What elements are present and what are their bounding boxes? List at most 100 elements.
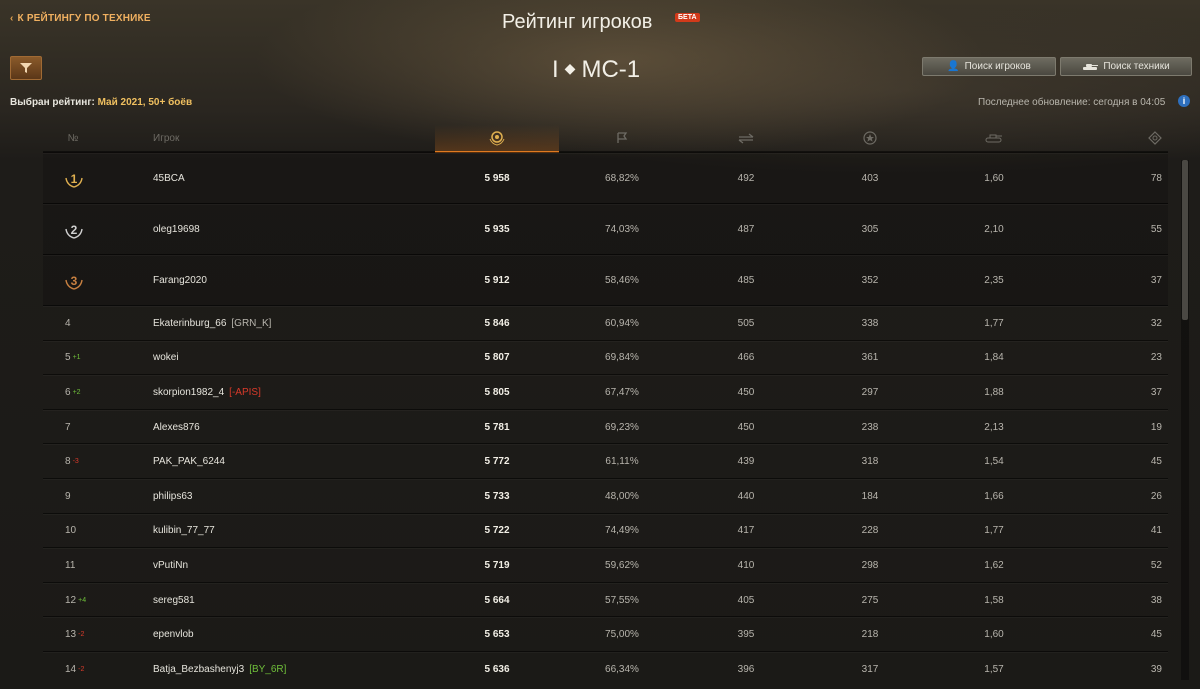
battles-value: 492 (737, 173, 755, 184)
table-row[interactable]: 2 oleg19698 5 935 74,03% 487 305 2,10 55 (43, 203, 1168, 255)
table-row[interactable]: 1 45BCA 5 958 68,82% 492 403 1,60 78 (43, 152, 1168, 204)
table-row[interactable]: 8 -3 PAK_PAK_6244 5 772 61,11% 439 318 1,54 45 (43, 443, 1168, 479)
player-name[interactable]: Batja_Bezbashenyj3 (153, 664, 244, 675)
scrollbar-thumb[interactable] (1182, 160, 1188, 320)
player-name[interactable]: epenvlob (153, 629, 194, 640)
table-row[interactable]: 10 kulibin_77_77 5 722 74,49% 417 228 1,77 41 (43, 512, 1168, 549)
experience-value: 403 (861, 173, 879, 184)
frags-value: 1,88 (984, 386, 1004, 398)
star-icon (863, 131, 877, 145)
rating-value: 5 636 (484, 663, 510, 675)
player-name[interactable]: oleg19698 (153, 224, 200, 235)
search-tech-button[interactable]: Поиск техники (1060, 57, 1192, 76)
tank-title: I ◆ МС-1 (552, 56, 640, 84)
spotted-value: 32 (1150, 317, 1162, 329)
rating-period[interactable]: Май 2021, 50+ боёв (98, 97, 192, 108)
player-name[interactable]: skorpion1982_4 (153, 387, 224, 398)
col-experience-header[interactable] (808, 125, 932, 151)
col-frags-header[interactable] (932, 125, 1056, 151)
frags-value: 1,62 (984, 559, 1004, 571)
table-row[interactable]: 13 -2 epenvlob 5 653 75,00% 395 218 1,60 45 (43, 616, 1168, 652)
back-to-tech-rating-link[interactable]: ‹ К РЕЙТИНГУ ПО ТЕХНИКЕ (10, 13, 151, 24)
player-cell: kulibin_77_77 (153, 514, 453, 549)
spotted-value: 38 (1150, 594, 1162, 606)
experience-value: 317 (861, 663, 879, 675)
player-name[interactable]: Alexes876 (153, 422, 200, 433)
player-name[interactable]: philips63 (153, 491, 192, 502)
player-name[interactable]: vPutiNn (153, 560, 188, 571)
table-row[interactable]: 4 Ekaterinburg_66 [GRN_K] 5 846 60,94% 505 338… (43, 305, 1168, 341)
player-name[interactable]: sereg581 (153, 595, 195, 606)
clan-tag[interactable]: [-APIS] (229, 387, 261, 398)
spotted-value: 37 (1150, 386, 1162, 398)
rating-value: 5 807 (484, 352, 510, 364)
top-bar: ‹ К РЕЙТИНГУ ПО ТЕХНИКЕ Рейтинг игроков Б… (0, 0, 1200, 40)
winrate-value: 67,47% (605, 386, 639, 398)
col-player-header[interactable]: Игрок (153, 125, 213, 151)
experience-value: 338 (861, 317, 879, 329)
position-cell: 3 (65, 255, 105, 306)
col-battles-header[interactable] (684, 125, 808, 151)
player-cell: Farang2020 (153, 255, 453, 306)
position-number: 7 (65, 421, 71, 433)
table-row[interactable]: 3 Farang2020 5 912 58,46% 485 352 2,35 37 (43, 254, 1168, 306)
position-cell: 8 -3 (65, 444, 105, 479)
table-row[interactable]: 11 vPutiNn 5 719 59,62% 410 298 1,62 52 (43, 547, 1168, 583)
battles-value: 450 (737, 386, 755, 398)
spotted-value: 26 (1150, 490, 1162, 502)
search-players-label: Поиск игроков (964, 61, 1031, 72)
winrate-value: 69,84% (605, 352, 639, 364)
col-winrate-header[interactable] (560, 125, 684, 151)
winrate-value: 66,34% (605, 663, 639, 675)
spotted-value: 55 (1150, 224, 1162, 235)
col-rating-header[interactable] (435, 125, 559, 153)
winrate-value: 60,94% (605, 317, 639, 329)
frags-value: 1,77 (984, 317, 1004, 329)
rank-medal-icon: 2 (65, 221, 83, 239)
page-title: Рейтинг игроков (502, 11, 653, 33)
battles-value: 440 (737, 490, 755, 502)
clan-tag[interactable]: [BY_6R] (249, 664, 286, 675)
experience-value: 218 (861, 629, 879, 641)
table-row[interactable]: 6 +2 skorpion1982_4 [-APIS] 5 805 67,47% 450 29… (43, 374, 1168, 410)
battles-value: 405 (737, 594, 755, 606)
position-number: 13 (65, 629, 77, 641)
info-icon[interactable]: i (1178, 95, 1190, 107)
position-cell: 14 -2 (65, 652, 105, 687)
scrollbar[interactable] (1181, 160, 1189, 680)
player-cell: philips63 (153, 479, 453, 514)
tank-tier: I (552, 56, 559, 83)
spotted-value: 45 (1150, 456, 1162, 468)
table-row[interactable]: 14 -2 Batja_Bezbashenyj3 [BY_6R] 5 636 66,34%… (43, 651, 1168, 687)
position-cell: 9 (65, 479, 105, 514)
player-name[interactable]: Ekaterinburg_66 (153, 318, 226, 329)
position-cell: 11 (65, 548, 105, 583)
position-cell: 6 +2 (65, 375, 105, 410)
winrate-value: 68,82% (605, 173, 639, 184)
filter-button[interactable] (10, 56, 42, 80)
rating-value: 5 653 (484, 629, 510, 641)
rating-value: 5 958 (484, 173, 510, 184)
col-position-header[interactable]: № (65, 125, 81, 151)
table-row[interactable]: 7 Alexes876 5 781 69,23% 450 238 2,13 19 (43, 408, 1168, 445)
player-name[interactable]: PAK_PAK_6244 (153, 456, 225, 467)
position-change: -2 (78, 631, 85, 639)
col-spotted-header[interactable] (1056, 125, 1168, 151)
rating-value: 5 733 (484, 490, 510, 502)
player-name[interactable]: 45BCA (153, 173, 185, 184)
player-name[interactable]: kulibin_77_77 (153, 525, 215, 536)
table-row[interactable]: 9 philips63 5 733 48,00% 440 184 1,66 26 (43, 478, 1168, 514)
player-name[interactable]: wokei (153, 352, 179, 363)
player-cell: wokei (153, 341, 453, 376)
search-players-button[interactable]: 👤 Поиск игроков (922, 57, 1056, 76)
position-number: 4 (65, 317, 71, 329)
table-row[interactable]: 12 +4 sereg581 5 664 57,55% 405 275 1,58 38 (43, 581, 1168, 618)
table-row[interactable]: 5 +1 wokei 5 807 69,84% 466 361 1,84 23 (43, 339, 1168, 376)
spot-icon (1148, 131, 1162, 145)
battles-value: 395 (737, 629, 755, 641)
player-name[interactable]: Farang2020 (153, 275, 207, 286)
clan-tag[interactable]: [GRN_K] (231, 318, 271, 329)
winrate-value: 69,23% (605, 421, 639, 433)
rating-value: 5 781 (484, 421, 510, 433)
position-cell: 12 +4 (65, 583, 105, 618)
